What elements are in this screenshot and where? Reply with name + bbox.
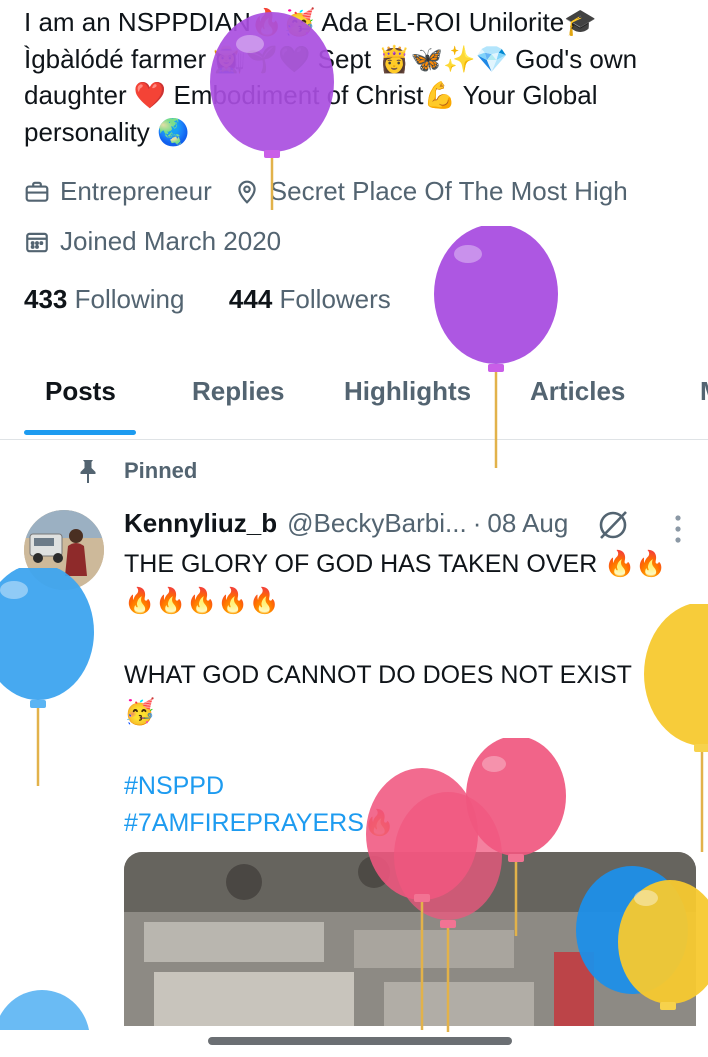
balloon-blue-decoration (0, 568, 94, 786)
author-name[interactable]: Kennyliuz_b (124, 508, 277, 539)
pin-icon (80, 460, 96, 483)
hashtag-link[interactable]: #NSPPD (124, 768, 694, 805)
following-link[interactable]: 433 Following (24, 284, 192, 314)
bio-line: I am an NSPPDIAN🔥🥳 Ada EL-ROI Unilorite🎓 (24, 7, 597, 37)
location-pin-icon (238, 180, 256, 204)
tweet-body: THE GLORY OF GOD HAS TAKEN OVER 🔥🔥 🔥🔥🔥🔥🔥… (124, 546, 694, 842)
pinned-label: Pinned (124, 458, 198, 483)
active-tab-indicator (24, 430, 136, 435)
bio-line: personality 🌏 (24, 116, 190, 147)
profile-meta-row: Entrepreneur Secret Place Of The Most Hi… (24, 176, 628, 207)
follow-stats: 433 Following 444 Followers (24, 284, 391, 315)
tweet-line: 🥳 (124, 698, 156, 726)
tab-replies[interactable]: Replies (192, 376, 285, 407)
briefcase-icon (25, 181, 49, 202)
tweet-media-image[interactable] (124, 852, 696, 1026)
tweet-line: WHAT GOD CANNOT DO DOES NOT EXIST (124, 661, 632, 689)
tab-media[interactable]: M (700, 376, 708, 407)
avatar-photo (24, 510, 104, 590)
balloon-blue-decoration (0, 990, 90, 1030)
profile-tabs: Posts Replies Highlights Articles M (0, 358, 708, 440)
hashtag-link[interactable]: #7AMFIREPRAYERS🔥 (124, 805, 694, 842)
more-vertical-icon[interactable] (670, 512, 686, 546)
profile-joined-row: Joined March 2020 (24, 226, 281, 257)
following-label: Following (74, 284, 185, 314)
home-indicator[interactable] (208, 1037, 512, 1045)
bio-line: Ìgbàlódé farmer 👩‍🌾🌱💚 Sept 👸🦋✨💎 God's ow… (24, 43, 638, 74)
followers-link[interactable]: 444 Followers (229, 284, 391, 314)
followers-label: Followers (279, 284, 391, 314)
tab-highlights[interactable]: Highlights (344, 376, 471, 407)
profession-text: Entrepreneur (60, 176, 212, 206)
tweet-line: THE GLORY OF GOD HAS TAKEN OVER 🔥🔥 (124, 550, 667, 578)
location-text: Secret Place Of The Most High (269, 176, 628, 206)
bio-line: daughter ❤️ Embodiment of Christ💪 Your G… (24, 80, 598, 110)
followers-count: 444 (228, 284, 273, 314)
separator-dot: · (472, 508, 482, 538)
author-handle[interactable]: @BeckyBarbi... (287, 508, 467, 539)
tab-posts[interactable]: Posts (45, 376, 116, 407)
profile-bio: I am an NSPPDIAN🔥🥳 Ada EL-ROI Unilorite🎓… (24, 4, 694, 150)
following-count: 433 (24, 284, 68, 314)
joined-date: Joined March 2020 (60, 226, 282, 256)
media-photo (124, 852, 696, 1026)
tweet-line: 🔥🔥🔥🔥🔥 (124, 587, 280, 615)
pinned-indicator: Pinned (76, 458, 197, 484)
tweet-header: Kennyliuz_b @BeckyBarbi... · 08 Aug (124, 508, 568, 539)
avatar[interactable] (24, 510, 104, 590)
tab-articles[interactable]: Articles (530, 376, 625, 407)
tweet-date[interactable]: 08 Aug (487, 508, 568, 539)
calendar-icon (26, 232, 48, 252)
grok-icon[interactable] (596, 508, 630, 542)
